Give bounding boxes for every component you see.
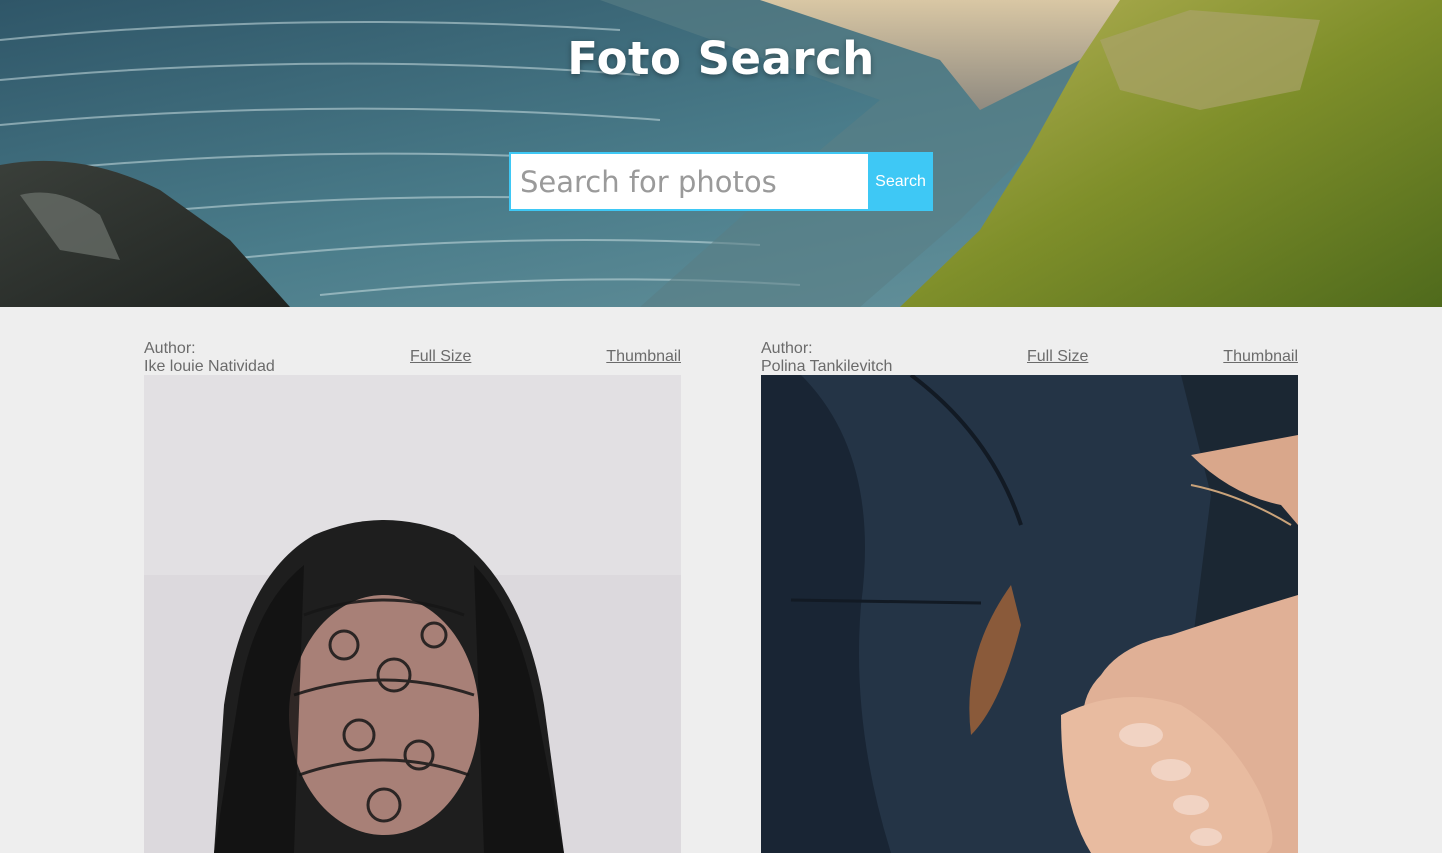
photo-results: Author: Ike louie Natividad Full Size Th… <box>0 307 1442 853</box>
photo-image[interactable] <box>761 375 1298 853</box>
thumbnail-link[interactable]: Thumbnail <box>606 348 681 366</box>
author-info: Author: Ike louie Natividad <box>144 340 275 376</box>
author-name: Polina Tankilevitch <box>761 358 893 375</box>
hero-banner: Foto Search Search <box>0 0 1442 307</box>
full-size-link[interactable]: Full Size <box>410 348 471 366</box>
search-input[interactable] <box>509 152 868 211</box>
author-name: Ike louie Natividad <box>144 358 275 375</box>
photo-image[interactable] <box>144 375 681 853</box>
author-label: Author: <box>144 340 196 357</box>
author-info: Author: Polina Tankilevitch <box>761 340 892 376</box>
photo-meta: Author: Ike louie Natividad Full Size Th… <box>144 340 681 375</box>
full-size-link[interactable]: Full Size <box>1027 348 1088 366</box>
photo-card: Author: Ike louie Natividad Full Size Th… <box>144 340 681 853</box>
photo-card: Author: Polina Tankilevitch Full Size Th… <box>761 340 1298 853</box>
search-button[interactable]: Search <box>868 152 933 211</box>
author-label: Author: <box>761 340 813 357</box>
search-form: Search <box>509 152 933 211</box>
app-title: Foto Search <box>567 32 875 85</box>
thumbnail-link[interactable]: Thumbnail <box>1223 348 1298 366</box>
photo-meta: Author: Polina Tankilevitch Full Size Th… <box>761 340 1298 375</box>
